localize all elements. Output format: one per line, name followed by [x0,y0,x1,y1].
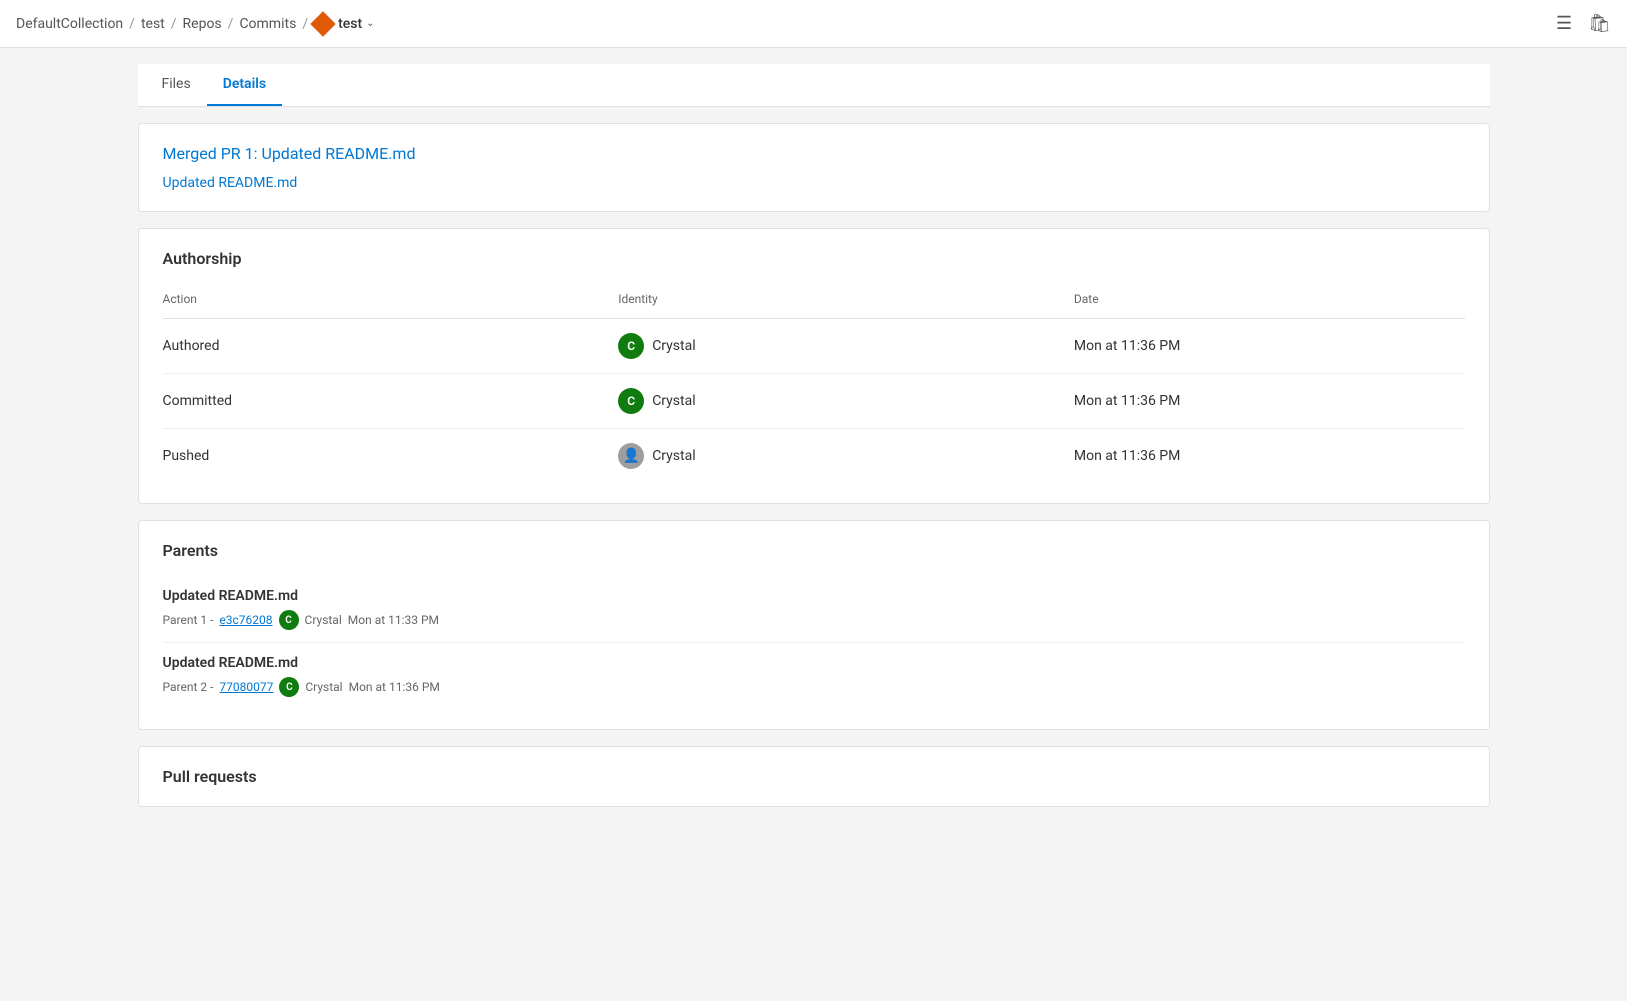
col-header-identity: Identity [618,284,1074,319]
auth-identity: C Crystal [618,319,1074,374]
breadcrumb-project[interactable]: test [141,16,165,32]
authorship-card: Authorship Action Identity Date Authored… [138,228,1490,504]
auth-action: Authored [163,319,619,374]
parent-meta: Parent 2 - 77080077 C Crystal Mon at 11:… [163,677,1465,697]
commit-message-card: Merged PR 1: Updated README.md Updated R… [138,123,1490,212]
parent-item: Updated README.md Parent 1 - e3c76208 C … [163,576,1465,643]
avatar: C [618,388,644,414]
auth-date: Mon at 11:36 PM [1074,429,1465,484]
breadcrumb-sep3: / [228,16,234,32]
identity-name: Crystal [652,448,695,464]
breadcrumb-sep2: / [171,16,177,32]
tab-files[interactable]: Files [146,64,207,106]
pull-requests-card: Pull requests [138,746,1490,807]
identity-cell: C Crystal [618,333,1074,359]
auth-action: Committed [163,374,619,429]
identity-name: Crystal [652,393,695,409]
topbar: DefaultCollection / test / Repos / Commi… [0,0,1627,48]
col-header-action: Action [163,284,619,319]
breadcrumb-sep4: / [302,16,308,32]
col-header-date: Date [1074,284,1465,319]
main-content: Files Details Merged PR 1: Updated READM… [114,48,1514,839]
breadcrumb-sep1: / [129,16,135,32]
pull-requests-title: Pull requests [163,767,1465,786]
authorship-table: Action Identity Date Authored C Crystal … [163,284,1465,483]
parents-card: Parents Updated README.md Parent 1 - e3c… [138,520,1490,730]
topbar-actions: ☰ 🛍 [1556,13,1611,34]
parent-hash[interactable]: 77080077 [219,680,273,694]
authorship-row: Authored C Crystal Mon at 11:36 PM [163,319,1465,374]
commit-subtitle[interactable]: Updated README.md [163,175,298,191]
authorship-table-header: Action Identity Date [163,284,1465,319]
tab-details[interactable]: Details [207,64,282,106]
avatar: C [618,333,644,359]
parents-title: Parents [163,541,1465,560]
parent-label: Parent 2 - [163,680,214,694]
identity-name: Crystal [652,338,695,354]
breadcrumb-commits[interactable]: Commits [239,16,296,32]
parent-label: Parent 1 - [163,613,214,627]
list-icon[interactable]: ☰ [1556,13,1572,34]
breadcrumb-repo[interactable]: test ⌄ [314,15,374,33]
authorship-row: Committed C Crystal Mon at 11:36 PM [163,374,1465,429]
parent-meta: Parent 1 - e3c76208 C Crystal Mon at 11:… [163,610,1465,630]
auth-identity: C Crystal [618,374,1074,429]
commit-title[interactable]: Merged PR 1: Updated README.md [163,144,1465,163]
auth-action: Pushed [163,429,619,484]
tabs: Files Details [138,64,1490,107]
parent-commit-title[interactable]: Updated README.md [163,588,1465,604]
authorship-row: Pushed 👤 Crystal Mon at 11:36 PM [163,429,1465,484]
parent-avatar: C [279,677,299,697]
breadcrumb-collection[interactable]: DefaultCollection [16,16,123,32]
parent-author: Crystal [305,680,342,694]
parent-avatar: C [279,610,299,630]
avatar: 👤 [618,443,644,469]
repo-diamond-icon [310,11,335,36]
repo-dropdown-icon[interactable]: ⌄ [366,18,374,29]
parent-date: Mon at 11:36 PM [349,680,440,694]
identity-cell: 👤 Crystal [618,443,1074,469]
parent-date: Mon at 11:33 PM [348,613,439,627]
breadcrumb-repos[interactable]: Repos [183,16,222,32]
authorship-title: Authorship [163,249,1465,268]
parent-hash[interactable]: e3c76208 [219,613,272,627]
auth-identity: 👤 Crystal [618,429,1074,484]
parent-item: Updated README.md Parent 2 - 77080077 C … [163,643,1465,709]
bag-icon[interactable]: 🛍 [1588,13,1611,34]
parent-author: Crystal [305,613,342,627]
breadcrumb: DefaultCollection / test / Repos / Commi… [16,15,375,33]
auth-date: Mon at 11:36 PM [1074,319,1465,374]
auth-date: Mon at 11:36 PM [1074,374,1465,429]
identity-cell: C Crystal [618,388,1074,414]
parent-commit-title[interactable]: Updated README.md [163,655,1465,671]
